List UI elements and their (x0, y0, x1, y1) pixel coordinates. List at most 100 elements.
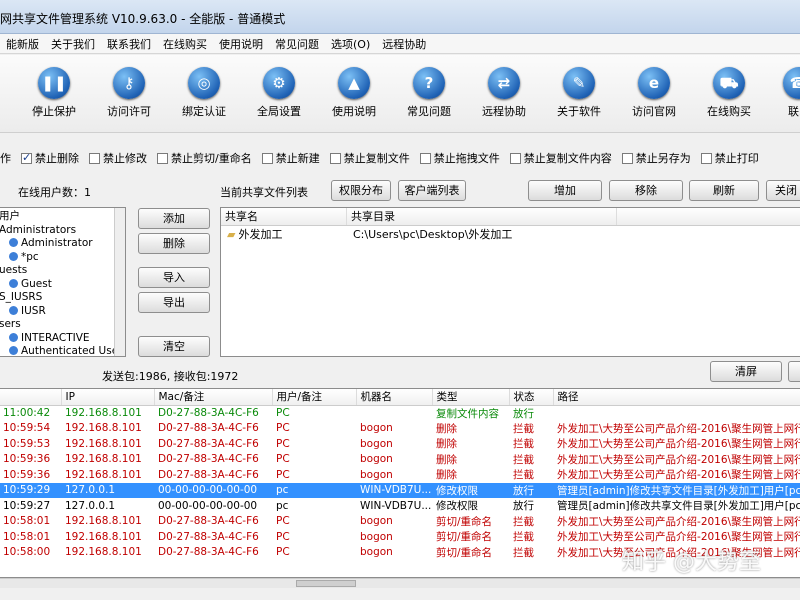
tree-node[interactable]: Administrators (0, 224, 125, 238)
menu-item-0[interactable]: 能新版 (0, 36, 45, 52)
user-tree[interactable]: 用户 Administrators Administrator *pc uests Gue… (0, 207, 126, 357)
tree-node-label: INTERACTIVE (21, 331, 90, 344)
log-cell: D0-27-88-3A-4C-F6 (158, 468, 259, 481)
log-row[interactable]: 10:59:27 127.0.0.1 00-00-00-00-00-00 pc WIN-… (0, 498, 800, 514)
packet-stats: 发送包:1986, 接收包:1972 (102, 370, 239, 383)
option-1[interactable]: 禁止删除 (21, 150, 79, 166)
checkbox[interactable] (157, 152, 168, 164)
log-cell: 192.168.8.101 (65, 530, 142, 543)
checkbox[interactable] (509, 152, 521, 164)
toolbar-button-0[interactable]: ❚❚ 停止保护 (15, 61, 93, 119)
import-button[interactable]: 导入 (138, 267, 210, 288)
log-cell: bogon (360, 530, 393, 543)
tree-node[interactable]: INTERACTIVE (0, 332, 125, 346)
option-3[interactable]: 禁止剪切/重命名 (157, 150, 252, 166)
log-header-6[interactable]: 状态 (509, 389, 554, 406)
tree-node[interactable]: sers (0, 318, 125, 332)
tree-node[interactable]: *pc (0, 251, 125, 265)
client-list-button[interactable]: 客户端列表 (398, 180, 466, 201)
toolbar-button-5[interactable]: ? 常见问题 (390, 61, 468, 119)
menu-item-4[interactable]: 使用说明 (213, 36, 269, 52)
add-share-button[interactable]: 增加 (528, 180, 602, 201)
tree-node[interactable]: Administrator (0, 237, 125, 251)
log-row[interactable]: 10:59:36 192.168.8.101 D0-27-88-3A-4C-F6 PC… (0, 452, 800, 468)
user-tree-scrollbar[interactable] (114, 208, 125, 356)
export-button[interactable]: 导出 (138, 292, 210, 313)
toolbar-button-1[interactable]: ⚷ 访问许可 (90, 61, 168, 119)
log-horizontal-scrollbar[interactable] (0, 578, 800, 588)
share-row[interactable]: ▰ 外发加工 C:\Users\pc\Desktop\外发加工 (221, 226, 800, 244)
share-name-header[interactable]: 共享名 (221, 208, 347, 225)
tree-node[interactable]: Guest (0, 278, 125, 292)
toolbar-button-6[interactable]: ⇄ 远程协助 (465, 61, 543, 119)
log-header-0[interactable] (0, 389, 62, 406)
log-header-7[interactable]: 路径 (553, 389, 800, 406)
close-button[interactable]: 关闭 (766, 180, 800, 201)
option-2[interactable]: 禁止修改 (89, 150, 147, 166)
share-name: 外发加工 (238, 228, 283, 241)
tree-node[interactable]: S_IUSRS (0, 291, 125, 305)
log-cell: PC (276, 453, 290, 466)
log-cell: 192.168.8.101 (65, 422, 142, 435)
menu-item-3[interactable]: 在线购买 (157, 36, 213, 52)
tree-node[interactable]: Authenticated Users (0, 345, 125, 356)
log-cell: 删除 (436, 453, 457, 466)
remove-share-button[interactable]: 移除 (609, 180, 683, 201)
option-9[interactable]: 禁止打印 (700, 150, 759, 166)
option-4[interactable]: 禁止新建 (261, 150, 320, 166)
log-header-3[interactable]: 用户/备注 (272, 389, 357, 406)
tree-node[interactable]: 用户 (0, 210, 125, 224)
checkbox[interactable] (621, 152, 633, 164)
browser-icon: e (638, 67, 670, 99)
menu-item-1[interactable]: 关于我们 (45, 36, 101, 52)
toolbar-button-4[interactable]: ▲ 使用说明 (315, 61, 393, 119)
toolbar-button-7[interactable]: ✎ 关于软件 (540, 61, 618, 119)
log-header-2[interactable]: Mac/备注 (154, 389, 273, 406)
log-row[interactable]: 10:58:01 192.168.8.101 D0-27-88-3A-4C-F6 PC… (0, 529, 800, 545)
log-row[interactable]: 10:59:36 192.168.8.101 D0-27-88-3A-4C-F6 PC… (0, 467, 800, 483)
permission-distribution-button[interactable]: 权限分布 (331, 180, 391, 201)
toolbar-button-9[interactable]: ⛟ 在线购买 (690, 61, 768, 119)
checkbox[interactable] (700, 152, 712, 164)
checkbox[interactable] (261, 152, 273, 164)
option-8[interactable]: 禁止另存为 (621, 150, 691, 166)
checkbox[interactable] (21, 151, 32, 164)
option-7[interactable]: 禁止复制文件内容 (509, 150, 612, 166)
clear-screen-button[interactable]: 清屏 (710, 361, 782, 382)
share-path-header[interactable]: 共享目录 (347, 208, 617, 225)
tree-node[interactable]: uests (0, 264, 125, 278)
refresh-button[interactable]: 刷新 (689, 180, 759, 201)
checkbox[interactable] (89, 152, 100, 164)
log-row[interactable]: 10:59:53 192.168.8.101 D0-27-88-3A-4C-F6 PC… (0, 436, 800, 452)
toolbar-button-8[interactable]: e 访问官网 (615, 61, 693, 119)
log-row[interactable]: 10:58:01 192.168.8.101 D0-27-88-3A-4C-F6 PC… (0, 514, 800, 530)
menu-item-5[interactable]: 常见问题 (269, 36, 325, 52)
checkbox[interactable] (329, 152, 341, 164)
option-6[interactable]: 禁止拖拽文件 (419, 150, 500, 166)
clear-button[interactable]: 清空 (138, 336, 210, 357)
log-row[interactable]: 10:59:54 192.168.8.101 D0-27-88-3A-4C-F6 PC… (0, 421, 800, 437)
extra-button[interactable] (788, 361, 800, 382)
checkbox[interactable] (419, 152, 431, 164)
tree-node[interactable]: IUSR (0, 305, 125, 319)
add-user-button[interactable]: 添加 (138, 208, 210, 229)
toolbar-label: 访问官网 (632, 105, 676, 118)
log-header-1[interactable]: IP (61, 389, 155, 406)
log-row[interactable]: 11:00:42 192.168.8.101 D0-27-88-3A-4C-F6 PC… (0, 405, 800, 421)
toolbar-button-10[interactable]: ☎ 联系 (760, 61, 800, 119)
option-0[interactable]: 作 (0, 150, 11, 166)
toolbar-label: 访问许可 (107, 105, 151, 118)
delete-user-button[interactable]: 删除 (138, 233, 210, 254)
option-5[interactable]: 禁止复制文件 (329, 150, 410, 166)
toolbar-button-2[interactable]: ◎ 绑定认证 (165, 61, 243, 119)
log-row[interactable]: 10:59:29 127.0.0.1 00-00-00-00-00-00 pc WIN-… (0, 482, 800, 498)
log-cell: bogon (360, 468, 393, 481)
log-header-5[interactable]: 类型 (432, 389, 510, 406)
menu-item-2[interactable]: 联系我们 (101, 36, 157, 52)
share-list[interactable]: 共享名 共享目录 ▰ 外发加工 C:\Users\pc\Desktop\外发加工 (220, 207, 800, 357)
menu-item-6[interactable]: 选项(O) (325, 36, 376, 52)
menu-item-7[interactable]: 远程协助 (376, 36, 432, 52)
log-header-4[interactable]: 机器名 (356, 389, 433, 406)
contact-icon: ☎ (783, 67, 800, 99)
toolbar-button-3[interactable]: ⚙ 全局设置 (240, 61, 318, 119)
